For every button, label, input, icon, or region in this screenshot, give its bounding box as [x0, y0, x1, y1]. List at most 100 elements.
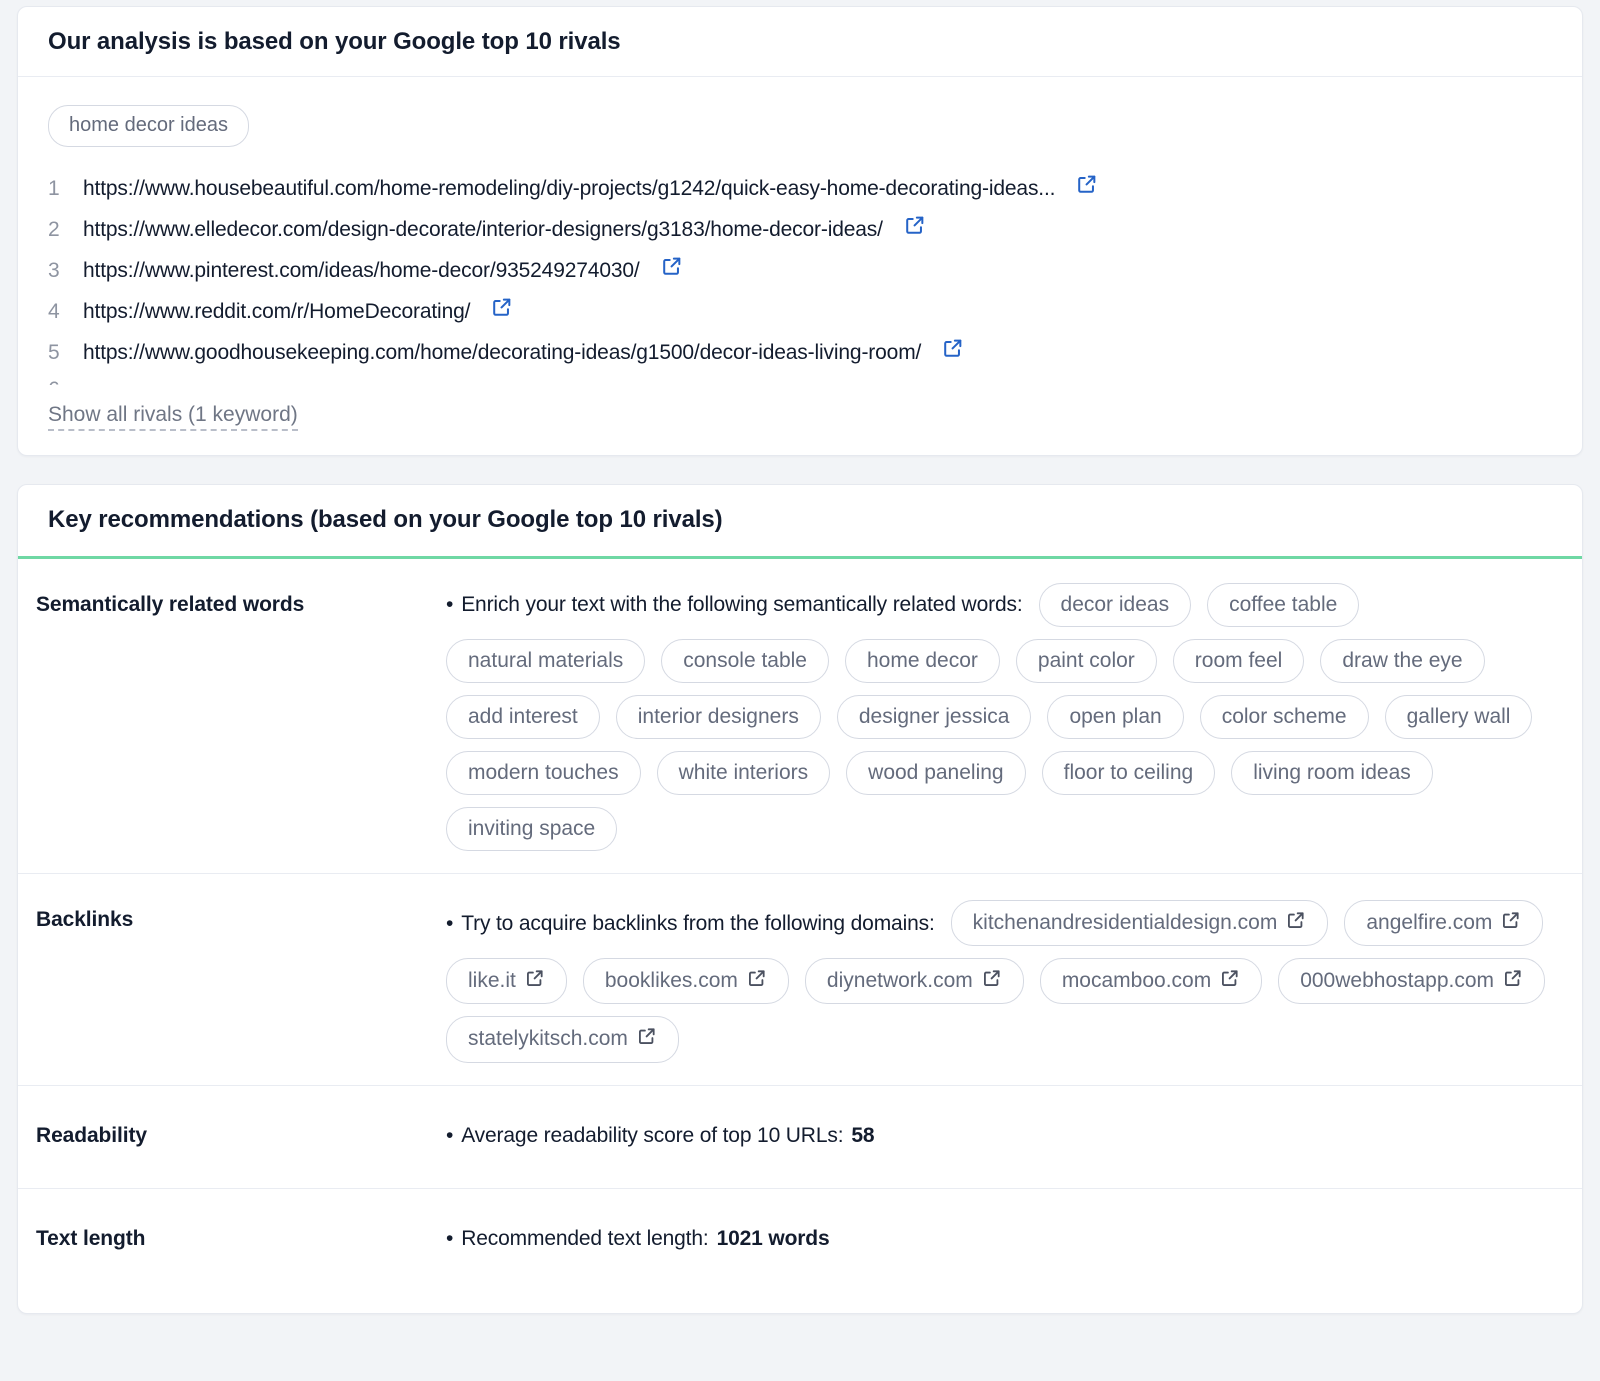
backlink-chip[interactable]: booklikes.com — [582, 958, 789, 1005]
list-item: 1 https://www.housebeautiful.com/home-re… — [48, 173, 1552, 214]
backlink-chip[interactable]: kitchenandresidentialdesign.com — [950, 900, 1329, 947]
rival-url: https://www.pinterest.com/ideas/home-dec… — [83, 259, 640, 283]
show-all-rivals-link[interactable]: Show all rivals (1 keyword) — [48, 403, 298, 432]
semantic-chip[interactable]: console table — [661, 638, 829, 683]
external-link-icon[interactable] — [1220, 968, 1240, 993]
backlink-chip[interactable]: angelfire.com — [1344, 900, 1544, 947]
semantic-chip[interactable]: paint color — [1015, 638, 1157, 683]
semantic-chip[interactable]: gallery wall — [1384, 694, 1533, 740]
backlink-domain: booklikes.com — [604, 969, 738, 993]
section-title: Key recommendations (based on your Googl… — [48, 506, 723, 534]
semantic-chip[interactable]: natural materials — [446, 638, 646, 683]
list-item: 3 https://www.pinterest.com/ideas/home-d… — [48, 255, 1552, 296]
semantic-chip[interactable]: white interiors — [656, 751, 831, 796]
backlinks-lead-label: Try to acquire backlinks from the follow… — [461, 911, 935, 935]
readability-line: • Average readability score of top 10 URL… — [446, 1112, 1552, 1158]
backlink-chip[interactable]: 000webhostapp.com — [1278, 958, 1546, 1005]
row-content: • Enrich your text with the following sem… — [446, 581, 1552, 852]
row-content: • Average readability score of top 10 URL… — [446, 1112, 1552, 1158]
list-item: 5 https://www.goodhousekeeping.com/home/… — [48, 337, 1552, 378]
rivals-card-header: Our analysis is based on your Google top… — [18, 7, 1582, 78]
semantic-lead-text: • Enrich your text with the following sem… — [446, 594, 1023, 615]
backlink-chip[interactable]: statelykitsch.com — [446, 1016, 679, 1063]
external-link-icon[interactable] — [904, 214, 926, 241]
semantic-chip[interactable]: floor to ceiling — [1041, 751, 1216, 796]
external-link-icon[interactable] — [661, 255, 683, 282]
backlink-chip[interactable]: mocamboo.com — [1039, 958, 1263, 1005]
backlink-domain: 000webhostapp.com — [1300, 969, 1495, 993]
backlink-domain: angelfire.com — [1366, 911, 1493, 935]
row-label: Readability — [36, 1123, 147, 1147]
semantic-chip[interactable]: room feel — [1172, 638, 1305, 683]
row-label: Backlinks — [36, 908, 134, 932]
backlinks-lead-text: • Try to acquire backlinks from the follo… — [446, 913, 935, 934]
rank-number: 4 — [48, 300, 60, 324]
row-content: • Recommended text length: 1021 words — [446, 1215, 1552, 1261]
bullet-icon: • — [446, 1226, 454, 1250]
row-backlinks: Backlinks • Try to acquire backlinks from… — [18, 874, 1582, 1086]
semantic-lead-label: Enrich your text with the following sema… — [461, 593, 1023, 617]
external-link-icon[interactable] — [525, 968, 545, 993]
external-link-icon[interactable] — [1286, 910, 1306, 935]
row-readability: Readability • Average readability score o… — [18, 1086, 1582, 1189]
semantic-chip[interactable]: designer jessica — [836, 694, 1032, 740]
bullet-icon: • — [446, 1123, 454, 1147]
text-length-line: • Recommended text length: 1021 words — [446, 1215, 1552, 1261]
rivals-card-body: home decor ideas 1 https://www.housebeau… — [18, 77, 1582, 455]
backlink-domain: statelykitsch.com — [468, 1027, 628, 1051]
external-link-icon[interactable] — [491, 296, 513, 323]
semantic-chip[interactable]: interior designers — [615, 694, 821, 740]
rival-url: https://www.goodhousekeeping.com/home/de… — [83, 341, 922, 365]
semantic-chip[interactable]: add interest — [446, 694, 600, 740]
rank-number: 3 — [48, 259, 60, 283]
semantic-chip[interactable]: inviting space — [446, 807, 618, 852]
list-item-clipped: 6 — [48, 378, 1552, 385]
semantic-chip-flow: • Enrich your text with the following sem… — [446, 582, 1552, 852]
rival-url-list: 1 https://www.housebeautiful.com/home-re… — [48, 173, 1552, 385]
list-item: 2 https://www.elledecor.com/design-decor… — [48, 214, 1552, 255]
list-item: 4 https://www.reddit.com/r/HomeDecoratin… — [48, 296, 1552, 337]
text-length-value: 1021 words — [716, 1226, 830, 1250]
backlink-domain: mocamboo.com — [1061, 969, 1212, 993]
external-link-icon[interactable] — [637, 1026, 657, 1051]
external-link-icon[interactable] — [1503, 968, 1523, 993]
semantic-chip[interactable]: coffee table — [1207, 582, 1360, 627]
semantic-chip[interactable]: color scheme — [1199, 694, 1369, 740]
semantic-chip[interactable]: living room ideas — [1231, 751, 1433, 796]
rivals-card: Our analysis is based on your Google top… — [17, 6, 1583, 457]
semantic-chip[interactable]: draw the eye — [1320, 638, 1485, 683]
semantic-chip[interactable]: home decor — [845, 638, 1000, 683]
semantic-chip[interactable]: open plan — [1047, 694, 1184, 740]
rival-url: https://www.housebeautiful.com/home-remo… — [83, 177, 1056, 201]
text-length-text: Recommended text length: — [461, 1226, 709, 1250]
page-title: Our analysis is based on your Google top… — [48, 28, 621, 55]
readability-text: Average readability score of top 10 URLs… — [461, 1123, 844, 1147]
keyword-pill[interactable]: home decor ideas — [48, 105, 249, 148]
semantic-chip[interactable]: decor ideas — [1038, 582, 1192, 627]
backlink-chip[interactable]: like.it — [446, 958, 567, 1005]
backlink-domain: like.it — [468, 969, 516, 993]
page-root: Our analysis is based on your Google top… — [0, 0, 1600, 1381]
readability-value: 58 — [851, 1123, 875, 1147]
rank-number: 5 — [48, 341, 60, 365]
backlink-chip[interactable]: diynetwork.com — [804, 958, 1024, 1005]
external-link-icon[interactable] — [1501, 910, 1521, 935]
semantic-chip[interactable]: modern touches — [446, 751, 641, 796]
external-link-icon[interactable] — [982, 968, 1002, 993]
backlinks-chip-flow: • Try to acquire backlinks from the follo… — [446, 900, 1552, 1063]
external-link-icon[interactable] — [942, 337, 964, 364]
semantic-chip[interactable]: wood paneling — [846, 751, 1026, 796]
rank-number: 6 — [48, 378, 69, 385]
backlink-domain: diynetwork.com — [826, 969, 973, 993]
external-link-icon[interactable] — [1076, 173, 1098, 200]
row-semantically-related-words: Semantically related words • Enrich your … — [18, 559, 1582, 875]
key-recommendations-card: Key recommendations (based on your Googl… — [17, 484, 1583, 1314]
backlink-domain: kitchenandresidentialdesign.com — [972, 911, 1278, 935]
row-text-length: Text length • Recommended text length: 102… — [18, 1189, 1582, 1313]
external-link-icon[interactable] — [747, 968, 767, 993]
key-recommendations-header: Key recommendations (based on your Googl… — [18, 485, 1582, 559]
row-label: Text length — [36, 1226, 146, 1250]
bullet-icon: • — [446, 911, 454, 935]
rival-url: https://www.reddit.com/r/HomeDecorating/ — [83, 300, 471, 324]
row-label: Semantically related words — [36, 592, 305, 616]
